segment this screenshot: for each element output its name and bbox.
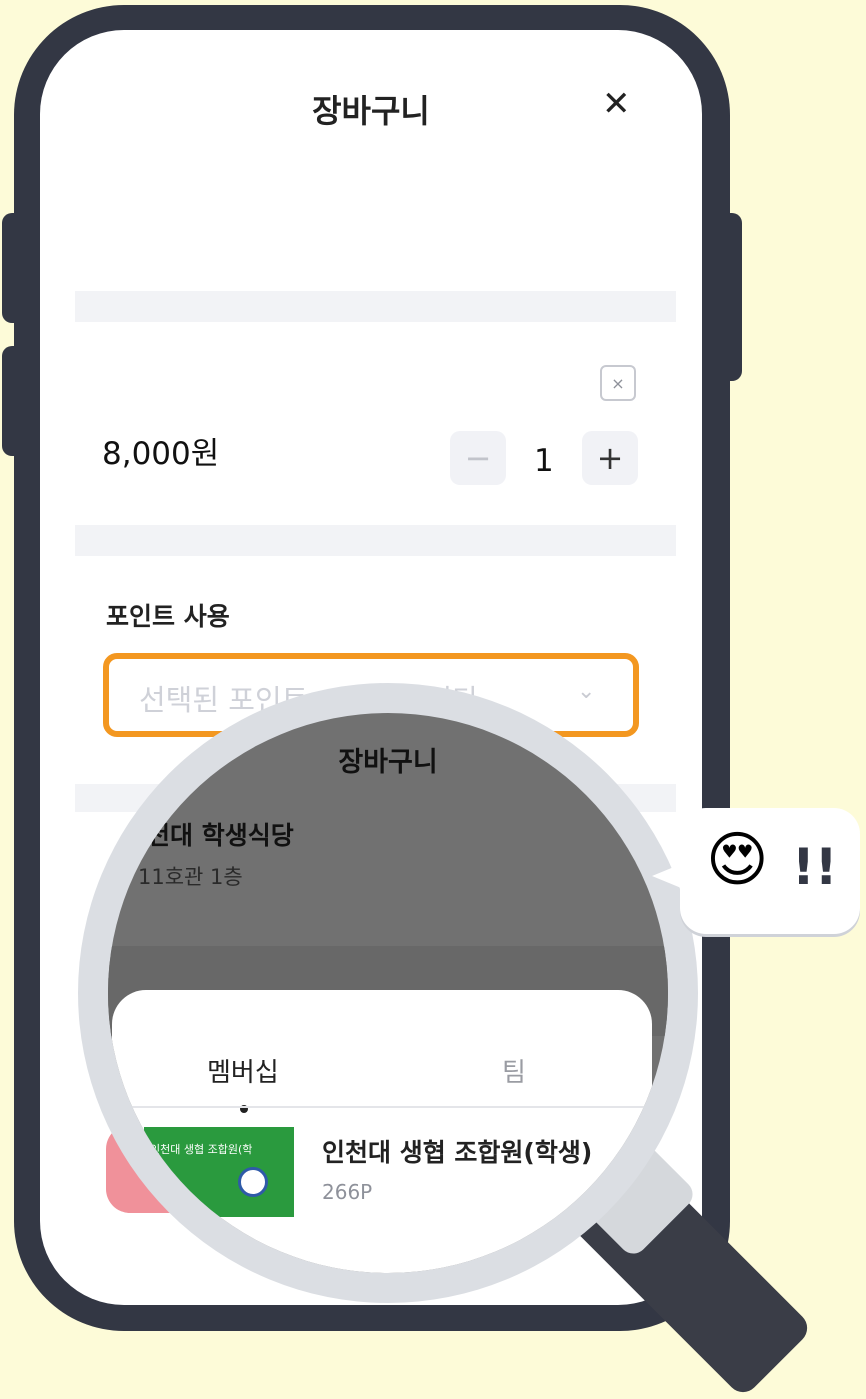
decrease-quantity-button[interactable]: − (450, 431, 506, 485)
exclamation-marks: !! (792, 838, 838, 896)
membership-card-image: 인천대 생협 조합원(학 (144, 1127, 294, 1217)
minus-icon: − (464, 439, 492, 477)
chevron-down-icon: ⌄ (577, 679, 596, 704)
university-seal-icon (238, 1167, 268, 1197)
card-image-text: 인천대 생협 조합원(학 (150, 1143, 253, 1156)
lens-page-title: 장바구니 (338, 747, 438, 778)
store-name: 인천대 학생식당 (124, 821, 294, 850)
membership-card-name[interactable]: 인천대 생협 조합원(학생) (322, 1133, 592, 1169)
item-price: 8,000원 (102, 436, 220, 472)
points-label: 포인트 사용 (106, 602, 230, 631)
bottom-sheet: 멤버십 팀 인천대 생협 조합원(학 인천대 생협 조합원(학생) 266P (112, 990, 652, 1273)
reaction-bubble: 😍 !! (680, 808, 860, 934)
tab-membership[interactable]: 멤버십 (207, 1052, 279, 1089)
membership-card-points: 266P (322, 1180, 373, 1204)
increase-quantity-button[interactable]: + (582, 431, 638, 485)
section-divider (75, 525, 676, 556)
tab-divider (112, 1106, 652, 1108)
store-location: 11호관 1층 (138, 865, 243, 889)
quantity-value: 1 (534, 443, 554, 479)
remove-item-button[interactable]: × (600, 365, 636, 401)
plus-icon: + (596, 439, 624, 477)
tab-team[interactable]: 팀 (502, 1052, 526, 1089)
magnifier-lens: 장바구니 인천대 학생식당 11호관 1층 멤버십 팀 인천대 생협 조합원(학… (108, 713, 668, 1273)
heart-eyes-emoji-icon: 😍 (706, 825, 769, 895)
section-divider (75, 291, 676, 322)
close-icon[interactable]: ✕ (602, 84, 631, 124)
